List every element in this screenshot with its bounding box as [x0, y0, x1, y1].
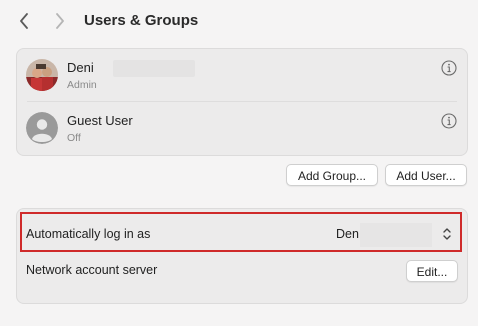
user-info-button[interactable]	[441, 60, 457, 76]
chevron-left-icon	[20, 13, 28, 29]
user-role: Off	[67, 132, 81, 144]
users-list: Deni Admin Guest User Off	[16, 48, 468, 156]
info-icon	[441, 113, 457, 129]
chevron-right-icon	[56, 13, 64, 29]
toolbar: Users & Groups	[0, 0, 478, 44]
avatar	[26, 59, 58, 91]
user-row-admin[interactable]: Deni Admin	[17, 49, 467, 101]
user-name: Deni	[67, 60, 94, 75]
user-info-button[interactable]	[441, 113, 457, 129]
edit-button[interactable]: Edit...	[406, 260, 458, 282]
auto-login-select[interactable]: Den	[336, 227, 359, 241]
add-user-button[interactable]: Add User...	[385, 164, 467, 186]
user-row-guest[interactable]: Guest User Off	[17, 102, 467, 154]
generic-person-icon	[26, 112, 58, 144]
auto-login-popup-button[interactable]	[440, 225, 454, 243]
page-title: Users & Groups	[84, 12, 199, 29]
auto-login-label: Automatically log in as	[26, 227, 151, 241]
info-icon	[441, 60, 457, 76]
updown-chevron-icon	[443, 228, 451, 240]
user-role: Admin	[67, 79, 97, 91]
redacted-value	[360, 223, 432, 247]
user-name: Guest User	[67, 113, 133, 128]
back-button[interactable]	[14, 10, 34, 32]
forward-button[interactable]	[50, 10, 70, 32]
network-server-label: Network account server	[26, 263, 158, 277]
add-group-button[interactable]: Add Group...	[286, 164, 378, 186]
redacted-name	[113, 60, 195, 77]
